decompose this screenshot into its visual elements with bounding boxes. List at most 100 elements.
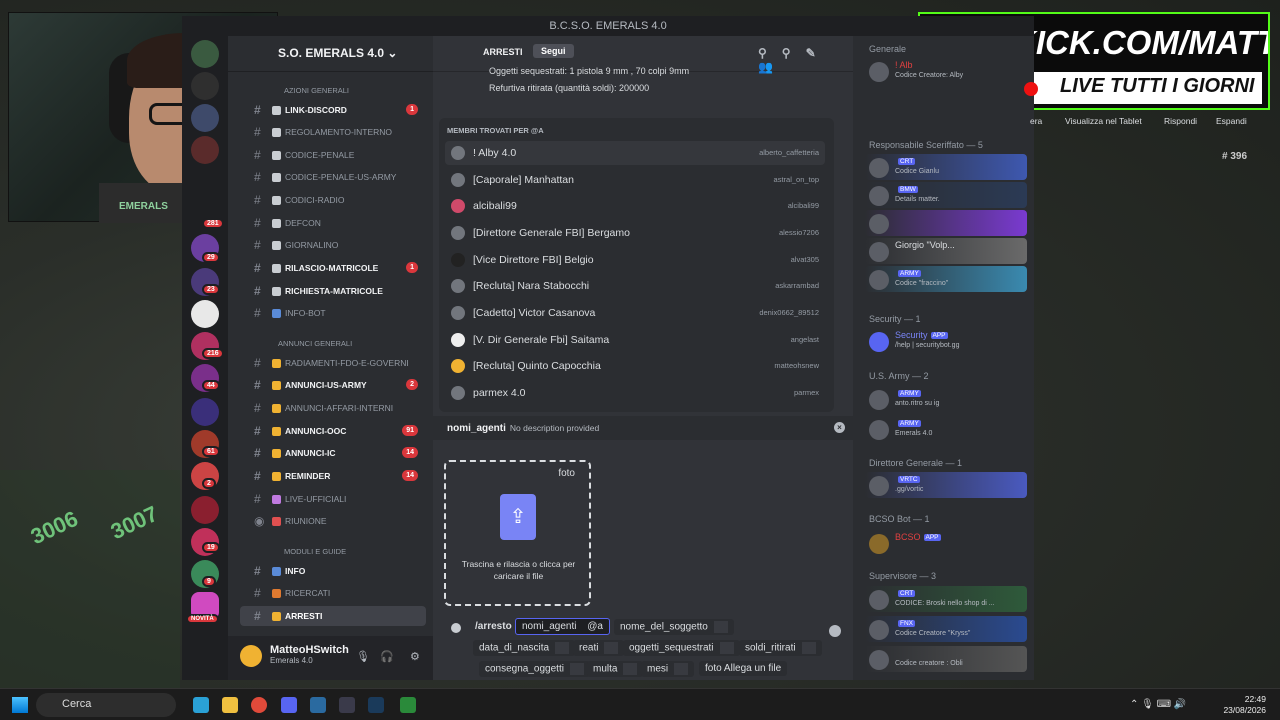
mention-option[interactable]: parmex 4.0 parmex: [445, 381, 825, 405]
member-category: Security — 1: [869, 314, 921, 324]
server-icon[interactable]: [191, 104, 219, 132]
external-action[interactable]: Visualizza nel Tablet: [1065, 116, 1142, 126]
category-label[interactable]: ANNUNCI GENERALI: [278, 339, 352, 348]
microphone-icon[interactable]: 🎙: [356, 650, 370, 663]
member-item[interactable]: ! Alb Codice Creatore: Alby: [865, 58, 1027, 84]
chrome-icon[interactable]: [251, 697, 267, 713]
channel-item[interactable]: # INFO-BOT: [240, 303, 426, 323]
channel-item[interactable]: ◉ RIUNIONE: [240, 511, 426, 531]
channel-item[interactable]: # CODICE-PENALE-US-ARMY: [240, 167, 426, 187]
mention-option[interactable]: [Cadetto] Victor Casanova denix0662_89512: [445, 301, 825, 325]
channel-item[interactable]: # DEFCON: [240, 213, 426, 233]
category-label[interactable]: AZIONI GENERALI: [284, 86, 349, 95]
external-action[interactable]: Espandi: [1216, 116, 1247, 126]
channel-item[interactable]: # RADIAMENTI-FDO-E-GOVERNI: [240, 353, 426, 373]
channel-item-active[interactable]: # ARRESTI: [240, 606, 426, 626]
channel-item[interactable]: # ANNUNCI-US-ARMY 2: [240, 375, 426, 395]
message-line: Oggetti sequestrati: 1 pistola 9 mm , 70…: [489, 66, 690, 76]
server-badge: 216: [202, 348, 224, 359]
member-item[interactable]: CRT CODICE: Broski nello shop di ...: [865, 586, 1027, 612]
taskbar-search[interactable]: Cerca: [36, 693, 176, 717]
settings-gear-icon[interactable]: ⚙: [410, 650, 422, 663]
channel-item[interactable]: # GIORNALINO: [240, 235, 426, 255]
channel-item[interactable]: # CODICE-PENALE: [240, 145, 426, 165]
param-chip[interactable]: soldi_ritirati: [739, 640, 822, 656]
param-chip[interactable]: multa: [587, 661, 644, 677]
mention-option[interactable]: [V. Dir Generale Fbi] Saitama angelast: [445, 328, 825, 352]
param-chip[interactable]: mesi: [641, 661, 695, 677]
member-item[interactable]: BCSO APP: [865, 530, 1027, 556]
server-icon[interactable]: [191, 496, 219, 524]
start-icon[interactable]: [12, 697, 28, 713]
channel-item[interactable]: # CODICI-RADIO: [240, 190, 426, 210]
mention-option[interactable]: [Recluta] Quinto Capocchia matteohsnew: [445, 354, 825, 378]
app-icon[interactable]: [310, 697, 326, 713]
server-icon[interactable]: [191, 300, 219, 328]
member-item[interactable]: ARMY Emerals 4.0: [865, 416, 1027, 442]
channel-item[interactable]: # INFO: [240, 561, 426, 581]
param-chip[interactable]: consegna_oggetti: [479, 661, 590, 677]
channel-item[interactable]: # RICHIESTA-MATRICOLE: [240, 281, 426, 301]
mention-option[interactable]: [Vice Direttore FBI] Belgio alvat305: [445, 248, 825, 272]
channel-item[interactable]: # RILASCIO-MATRICOLE 1: [240, 258, 426, 278]
channel-item[interactable]: # RICERCATI: [240, 583, 426, 603]
user-panel[interactable]: MatteoHSwitch Emerals 4.0 🎙 🎧 ⚙: [228, 636, 433, 680]
emoji-icon[interactable]: [829, 625, 841, 637]
windows-taskbar: Cerca ⌃ 🎙 ⌨ 🔊 22:49 23/08/2026: [0, 688, 1280, 720]
follow-button[interactable]: Segui: [533, 44, 574, 58]
member-item[interactable]: Codice creatore : Obli: [865, 646, 1027, 672]
discord-icon[interactable]: [281, 697, 297, 713]
server-icon[interactable]: [191, 398, 219, 426]
mention-option[interactable]: [Caporale] Manhattan astral_on_top: [445, 168, 825, 192]
header-icons[interactable]: ⚲⚲✎👥: [758, 46, 853, 74]
channel-item[interactable]: # REMINDER 14: [240, 466, 426, 486]
edge-icon[interactable]: [193, 697, 209, 713]
param-chip[interactable]: nome_del_soggetto: [614, 619, 734, 635]
folder-icon[interactable]: [222, 697, 238, 713]
channel-sidebar: S.O. EMERALS 4.0 ⌄ AZIONI GENERALI # LINK…: [228, 36, 433, 680]
slash-command-input[interactable]: /arresto nomi_agenti @a nome_del_soggett…: [451, 618, 851, 681]
tray-icons[interactable]: ⌃ 🎙 ⌨ 🔊: [1130, 699, 1186, 710]
member-item[interactable]: FNX Codice Creatore "Kryss": [865, 616, 1027, 642]
upload-label: foto: [558, 468, 575, 479]
mention-option[interactable]: [Recluta] Nara Stabocchi askarrambad: [445, 274, 825, 298]
headphones-icon[interactable]: 🎧: [380, 650, 394, 663]
member-item[interactable]: CRT Codice Gianlu: [865, 154, 1027, 180]
member-item[interactable]: ARMY anto.ritro su ig: [865, 386, 1027, 412]
channel-name: ARRESTI: [483, 47, 523, 57]
steam-icon[interactable]: [368, 697, 384, 713]
param-chip[interactable]: reati: [573, 640, 625, 656]
channel-item[interactable]: # REGOLAMENTO-INTERNO: [240, 122, 426, 142]
member-item[interactable]: VRTC .gg/vortic: [865, 472, 1027, 498]
server-name[interactable]: S.O. EMERALS 4.0 ⌄: [228, 36, 433, 72]
server-icon[interactable]: [191, 40, 219, 68]
close-icon[interactable]: ×: [834, 422, 845, 433]
member-item[interactable]: Giorgio "Volp...: [865, 238, 1027, 264]
server-icon[interactable]: [191, 72, 219, 100]
param-chip[interactable]: foto Allega un file: [699, 661, 788, 676]
external-action[interactable]: Rispondi: [1164, 116, 1197, 126]
channel-item[interactable]: # LINK-DISCORD 1: [240, 100, 426, 120]
channel-item[interactable]: # ANNUNCI-IC 14: [240, 443, 426, 463]
app-icon[interactable]: [400, 697, 416, 713]
member-item[interactable]: Security APP/help | securitybot.gg: [865, 328, 1027, 354]
member-item[interactable]: [865, 210, 1027, 236]
server-icon[interactable]: [191, 136, 219, 164]
file-upload-dropzone[interactable]: foto ⇪ Trascina e rilascia o clicca per …: [444, 460, 591, 606]
bot-icon: [451, 623, 461, 633]
option-desc: No description provided: [509, 423, 600, 433]
channel-item[interactable]: # ANNUNCI-OOC 91: [240, 421, 426, 441]
mention-option[interactable]: [Direttore Generale FBI] Bergamo alessio7…: [445, 221, 825, 245]
member-item[interactable]: ARMY Codice "fraccino": [865, 266, 1027, 292]
mention-option[interactable]: alcibali99 alcibali99: [445, 194, 825, 218]
app-icon[interactable]: [339, 697, 355, 713]
param-focused[interactable]: nomi_agenti @a: [515, 618, 610, 635]
param-chip[interactable]: data_di_nascita: [473, 640, 576, 656]
member-item[interactable]: BMW Details matter.: [865, 182, 1027, 208]
mention-option[interactable]: ! Alby 4.0 alberto_caffetteria: [445, 141, 825, 165]
channel-item[interactable]: # LIVE-UFFICIALI: [240, 489, 426, 509]
user-avatar[interactable]: [240, 645, 262, 667]
param-chip[interactable]: oggetti_sequestrati: [623, 640, 740, 656]
channel-item[interactable]: # ANNUNCI-AFFARI-INTERNI: [240, 398, 426, 418]
category-label[interactable]: MODULI E GUIDE: [284, 547, 346, 556]
